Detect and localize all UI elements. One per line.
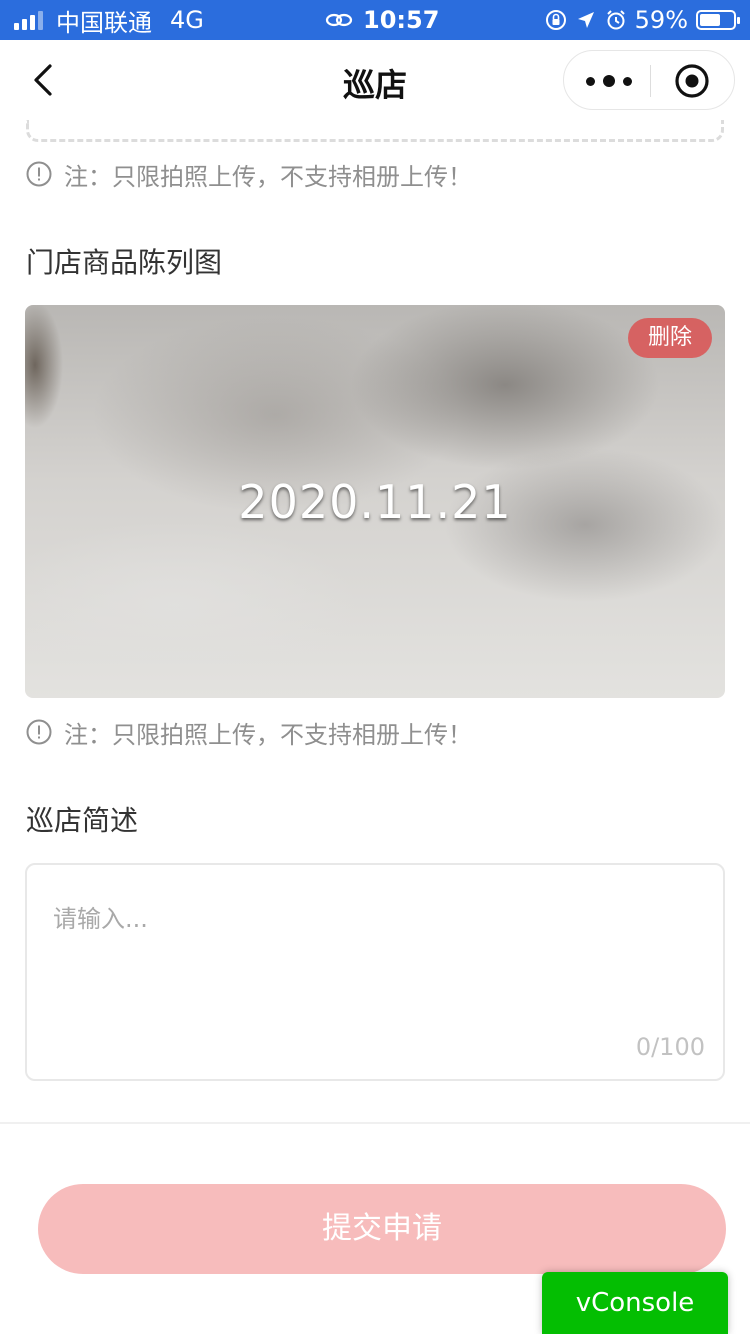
uploaded-photo[interactable]: 2020.11.21 删除 <box>25 305 725 698</box>
signal-icon <box>14 10 46 30</box>
character-counter: 0/100 <box>635 1033 705 1061</box>
note-text: 注：只限拍照上传，不支持相册上传！ <box>64 720 472 749</box>
upload-note-first: 注：只限拍照上传，不支持相册上传！ <box>26 159 472 191</box>
display-section-label: 门店商品陈列图 <box>26 246 223 279</box>
carrier-name: 中国联通 <box>56 8 152 37</box>
info-icon <box>26 719 52 745</box>
location-arrow-icon <box>577 12 594 28</box>
battery-icon <box>696 10 740 30</box>
network-type: 4G <box>170 6 204 34</box>
description-input[interactable] <box>53 899 693 1019</box>
mini-program-capsule <box>563 50 735 110</box>
note-text: 注：只限拍照上传，不支持相册上传！ <box>64 162 472 191</box>
battery-percent: 59% <box>634 6 688 34</box>
alarm-icon <box>606 10 625 30</box>
status-right: 59% <box>545 6 740 34</box>
nav-bar: 巡店 <box>0 40 750 120</box>
status-center: 10:57 <box>325 6 439 34</box>
rotation-lock-icon <box>545 10 566 30</box>
upload-note-second: 注：只限拍照上传，不支持相册上传！ <box>26 717 472 749</box>
vconsole-button[interactable]: vConsole <box>542 1272 728 1334</box>
footer-divider <box>0 1122 750 1124</box>
info-icon <box>26 161 52 187</box>
link-icon <box>325 13 353 27</box>
submit-button[interactable]: 提交申请 <box>38 1184 726 1274</box>
capsule-divider <box>650 65 651 97</box>
delete-photo-button[interactable]: 删除 <box>628 318 712 358</box>
status-bar: 中国联通 4G 10:57 59% <box>0 0 750 40</box>
status-left: 中国联通 4G <box>14 6 204 37</box>
target-icon[interactable] <box>674 63 710 99</box>
upload-box-edge <box>26 120 724 142</box>
photo-date-watermark: 2020.11.21 <box>238 475 512 529</box>
description-field: 0/100 <box>25 863 725 1081</box>
description-section-label: 巡店简述 <box>26 804 139 837</box>
more-dots-icon[interactable] <box>586 69 632 93</box>
clock-time: 10:57 <box>363 6 440 34</box>
